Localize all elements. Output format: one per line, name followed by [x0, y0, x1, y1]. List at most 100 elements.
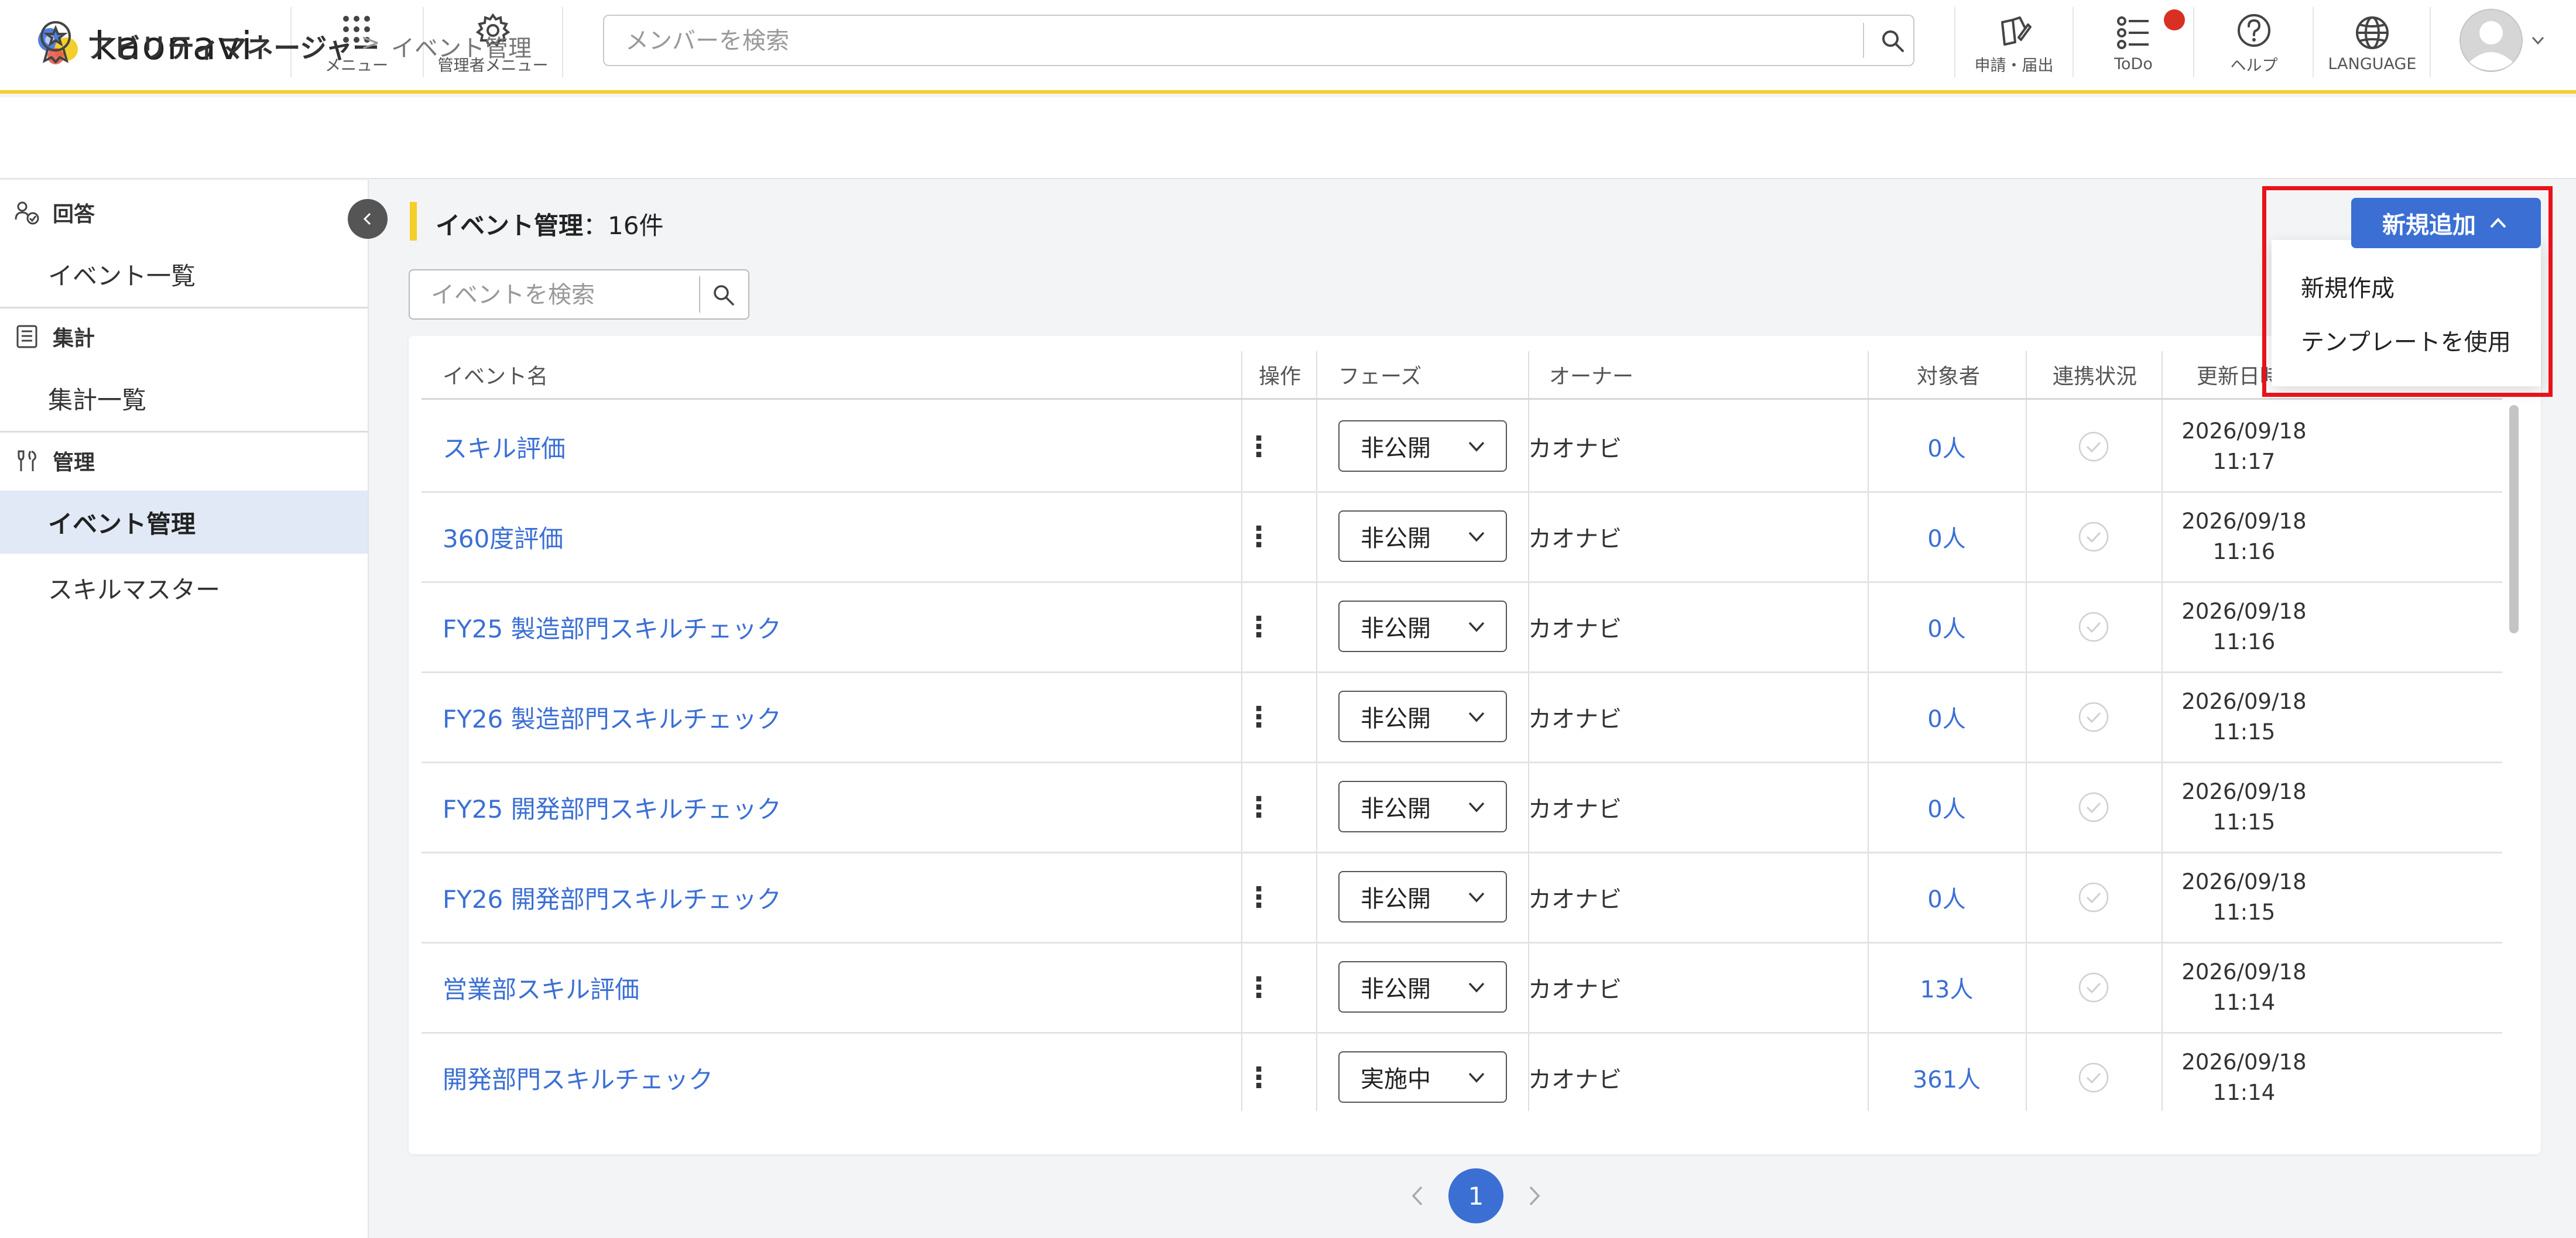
event-name-cell: FY26 開発部門スキルチェック — [443, 852, 1204, 942]
row-actions-button[interactable]: ⋮ — [1241, 762, 1276, 852]
event-name-cell: 360度評価 — [443, 492, 1204, 582]
breadcrumb-app-title[interactable]: アビリティマネージャー — [87, 27, 379, 66]
help-label: ヘルプ — [2230, 56, 2278, 75]
column-header-sync-status: 連携状況 — [2053, 365, 2137, 389]
row-actions-button[interactable]: ⋮ — [1241, 1033, 1276, 1123]
column-header-event-name[interactable]: イベント名 — [443, 351, 548, 398]
updated-at-cell: 2026/09/18 11:15 — [2171, 852, 2317, 942]
phase-select[interactable]: 非公開 — [1338, 871, 1507, 923]
search-icon[interactable] — [711, 282, 737, 308]
header-separator — [2073, 7, 2074, 77]
sidebar-section-answer: 回答 — [0, 186, 368, 239]
event-search-input[interactable] — [410, 270, 719, 320]
column-header-phase[interactable]: フェーズ — [1338, 351, 1421, 398]
event-name-link[interactable]: FY25 製造部門スキルチェック — [443, 609, 782, 645]
member-search-box — [603, 15, 1914, 66]
updated-time: 11:15 — [2212, 719, 2276, 745]
row-actions-button[interactable]: ⋮ — [1241, 582, 1276, 672]
help-button[interactable]: ヘルプ — [2200, 8, 2308, 78]
owner-cell: カオナビ — [1528, 796, 1622, 823]
globe-icon — [2356, 16, 2389, 49]
column-header-target[interactable]: 対象者 — [1917, 351, 1980, 398]
medal-icon — [40, 21, 71, 63]
updated-time: 11:16 — [2212, 629, 2276, 654]
sidebar-section-manage: 管理 — [0, 434, 368, 487]
updated-time: 11:17 — [2212, 449, 2276, 474]
sidebar-item-event-management[interactable]: イベント管理 — [0, 491, 368, 554]
sync-check-icon — [2078, 792, 2109, 822]
phase-select[interactable]: 実施中 — [1338, 1051, 1507, 1103]
event-name-link[interactable]: FY25 開発部門スキルチェック — [443, 790, 782, 825]
table-scrollbar[interactable] — [2509, 405, 2519, 633]
user-menu-button[interactable] — [2459, 8, 2553, 73]
row-actions-button[interactable]: ⋮ — [1241, 942, 1276, 1033]
target-count-link[interactable]: 0人 — [1868, 852, 2026, 942]
member-search-input[interactable] — [604, 16, 1868, 66]
sidebar-item-skill-master[interactable]: スキルマスター — [0, 556, 368, 619]
updated-date: 2026/09/18 — [2181, 689, 2307, 714]
owner-cell: カオナビ — [1528, 886, 1622, 913]
target-count-link[interactable]: 361人 — [1868, 1033, 2026, 1123]
owner-cell: カオナビ — [1528, 1066, 1622, 1093]
sidebar-section-aggregate: 集計 — [0, 310, 368, 363]
phase-select[interactable]: 非公開 — [1338, 961, 1507, 1013]
todo-label: ToDo — [2114, 54, 2153, 73]
updated-time: 11:15 — [2212, 900, 2276, 925]
event-name-cell: FY26 製造部門スキルチェック — [443, 672, 1204, 762]
row-actions-button[interactable]: ⋮ — [1241, 672, 1276, 762]
header-separator — [562, 7, 563, 77]
sidebar-item-aggregate-list[interactable]: 集計一覧 — [0, 366, 368, 430]
updated-date: 2026/09/18 — [2181, 509, 2307, 534]
list-document-icon — [16, 325, 37, 348]
pagination-next-icon[interactable] — [1520, 1181, 1549, 1210]
sync-check-icon — [2078, 882, 2109, 913]
row-actions-button[interactable]: ⋮ — [1241, 852, 1276, 942]
sync-status-cell — [2026, 852, 2161, 942]
chevron-left-icon — [363, 212, 371, 225]
sidebar-collapse-button[interactable] — [348, 199, 388, 239]
phase-select[interactable]: 非公開 — [1338, 691, 1507, 742]
event-name-link[interactable]: 360度評価 — [443, 519, 563, 555]
chevron-down-icon — [1468, 622, 1485, 632]
target-count-link[interactable]: 0人 — [1868, 402, 2026, 492]
phase-select[interactable]: 非公開 — [1338, 420, 1507, 472]
apply-button[interactable]: 申請・届出 — [1961, 8, 2067, 78]
event-search-box — [409, 269, 749, 320]
event-name-link[interactable]: 開発部門スキルチェック — [443, 1060, 713, 1096]
sidebar-item-label: スキルマスター — [48, 575, 221, 604]
event-name-link[interactable]: FY26 開発部門スキルチェック — [443, 880, 782, 915]
column-header-action: 操作 — [1259, 365, 1301, 389]
column-header-owner[interactable]: オーナー — [1549, 351, 1633, 398]
event-name-link[interactable]: スキル評価 — [443, 429, 566, 465]
search-icon[interactable] — [1879, 28, 1906, 54]
table-row: スキル評価 ⋮ 非公開 カオナビ 0人 2026/09/18 11:17 — [422, 402, 2502, 492]
target-count-link[interactable]: 0人 — [1868, 672, 2026, 762]
pagination-prev-icon[interactable] — [1403, 1181, 1432, 1210]
updated-at-cell: 2026/09/18 11:16 — [2171, 492, 2317, 582]
target-count-link[interactable]: 0人 — [1868, 582, 2026, 672]
pagination-current-page[interactable]: 1 — [1448, 1168, 1503, 1223]
target-count-link[interactable]: 0人 — [1868, 492, 2026, 582]
sync-check-icon — [2078, 702, 2109, 732]
table-row: FY25 開発部門スキルチェック ⋮ 非公開 カオナビ 0人 2026/09/18 11:1… — [422, 762, 2502, 852]
updated-at-cell: 2026/09/18 11:15 — [2171, 762, 2317, 852]
phase-select[interactable]: 非公開 — [1338, 781, 1507, 832]
sidebar-item-event-list[interactable]: イベント一覧 — [0, 242, 368, 306]
target-count-link[interactable]: 13人 — [1868, 942, 2026, 1033]
search-divider — [699, 276, 700, 313]
phase-select[interactable]: 非公開 — [1338, 601, 1507, 652]
target-count-link[interactable]: 0人 — [1868, 762, 2026, 852]
language-button[interactable]: LANGUAGE — [2320, 8, 2425, 78]
event-name-link[interactable]: 営業部スキル評価 — [443, 970, 639, 1006]
row-actions-button[interactable]: ⋮ — [1241, 402, 1276, 492]
phase-select[interactable]: 非公開 — [1338, 510, 1507, 562]
chevron-down-icon — [2532, 36, 2544, 45]
phase-value: 非公開 — [1361, 795, 1431, 822]
checklist-icon — [2117, 16, 2149, 49]
event-name-link[interactable]: FY26 製造部門スキルチェック — [443, 699, 782, 735]
event-name-cell: 営業部スキル評価 — [443, 942, 1204, 1033]
row-actions-button[interactable]: ⋮ — [1241, 492, 1276, 582]
chevron-down-icon — [1468, 802, 1485, 812]
phase-value: 非公開 — [1361, 976, 1431, 1003]
updated-time: 11:14 — [2212, 990, 2276, 1015]
